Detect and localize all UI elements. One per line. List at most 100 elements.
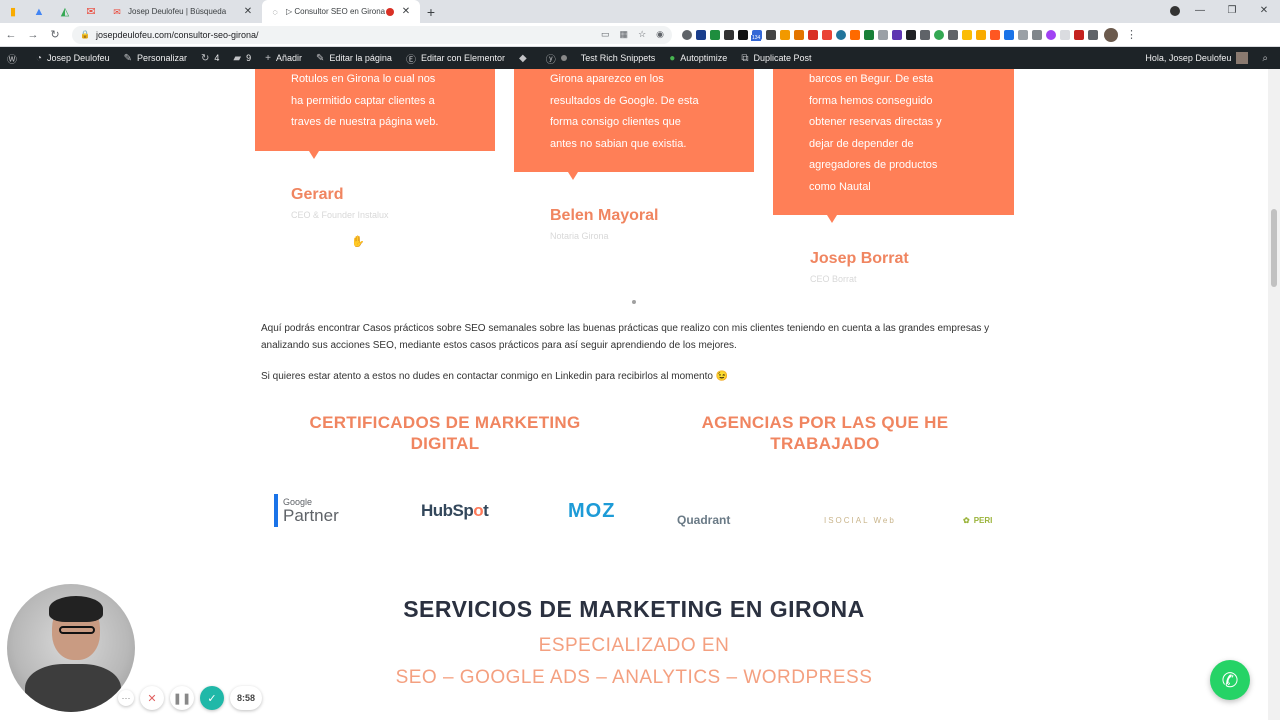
wordpress-icon[interactable] — [836, 29, 846, 40]
customize-label: Personalizar — [136, 53, 188, 63]
services-list: SEO – GOOGLE ADS – ANALYTICS – WORDPRESS — [395, 667, 873, 688]
close-tab-icon[interactable]: ✕ — [400, 6, 412, 17]
wordpress-icon: Ⓦ — [7, 54, 17, 66]
extension-icon[interactable] — [1074, 29, 1084, 40]
extension-icon[interactable] — [906, 29, 916, 40]
extension-icon[interactable] — [948, 29, 958, 40]
site-name-link[interactable]: ◔ Josep Deulofeu — [29, 47, 117, 69]
gmail-icon: ✉ — [86, 6, 96, 18]
qr-code-icon[interactable]: ▦ — [620, 29, 629, 40]
media-control-icon[interactable] — [1170, 6, 1180, 16]
extension-icon[interactable] — [934, 29, 944, 40]
edit-page-link[interactable]: ✎ Editar la página — [309, 47, 399, 69]
extension-icon[interactable] — [682, 29, 692, 40]
menu-icon[interactable]: ⋮ — [1126, 28, 1137, 41]
webcam-overlay — [7, 584, 135, 712]
pinned-tab-google-ads[interactable]: ▲ — [26, 0, 52, 23]
minimize-icon[interactable]: — — [1184, 0, 1216, 23]
updates-link[interactable]: ↻ 4 — [194, 47, 226, 69]
hubspot-o: o — [473, 501, 484, 520]
updates-icon: ↻ — [201, 52, 210, 64]
hubspot-logo: HubSp o t — [421, 501, 489, 521]
pinned-tab-drive[interactable]: ◭ — [52, 0, 78, 23]
duplicate-post-link[interactable]: ⧉ Duplicate Post — [734, 47, 818, 69]
my-account-link[interactable]: Hola, Josep Deulofeu — [1138, 47, 1255, 69]
more-options-icon[interactable]: ⋯ — [118, 690, 134, 706]
recorder-controls: ⋯ ✕ ❚❚ ✓ 8:58 — [118, 686, 262, 710]
testimonial-role: Notaria Girona — [550, 231, 609, 241]
recording-timer: 8:58 — [230, 686, 262, 710]
elementor-icon: Ⓔ — [405, 54, 416, 66]
extension-icon[interactable] — [724, 29, 734, 40]
dashboard-icon: ◔ — [36, 52, 43, 64]
testimonial-card: Girona aparezco en los resultados de Goo… — [514, 69, 754, 180]
yoast-link[interactable]: ⓨ — [539, 47, 574, 69]
extension-icon[interactable] — [990, 29, 1000, 40]
autoptimize-link[interactable]: ● Autoptimize — [662, 47, 734, 69]
edit-elementor-link[interactable]: Ⓔ Editar con Elementor — [399, 47, 512, 69]
extension-icon[interactable] — [696, 29, 706, 40]
extension-circle-icon[interactable]: ◉ — [656, 29, 664, 40]
testimonial-line: ha permitido captar clientes a — [291, 94, 435, 107]
extension-icon[interactable] — [766, 29, 776, 40]
address-bar[interactable]: 🔒 josepdeulofeu.com/consultor-seo-girona… — [72, 25, 672, 44]
close-window-icon[interactable]: ✕ — [1248, 0, 1280, 23]
extension-icon[interactable] — [738, 29, 748, 40]
extension-icon[interactable] — [808, 29, 818, 40]
bookmark-star-icon[interactable]: ☆ — [638, 29, 646, 40]
puzzle-icon[interactable] — [1088, 29, 1098, 40]
add-new-link[interactable]: + Añadir — [258, 47, 309, 69]
extension-icon[interactable] — [780, 29, 790, 40]
extension-icon[interactable] — [962, 29, 972, 40]
extension-icon[interactable] — [794, 29, 804, 40]
new-tab-button[interactable]: + — [420, 0, 442, 23]
admin-search-button[interactable]: ⌕ — [1255, 47, 1280, 69]
scrollbar-thumb[interactable] — [1271, 209, 1277, 287]
pause-recording-button[interactable]: ❚❚ — [170, 686, 194, 710]
yoast-icon: ⓨ — [545, 54, 556, 66]
extension-icon[interactable] — [1018, 29, 1028, 40]
moz-logo: MOZ — [568, 500, 616, 522]
certs-heading: CERTIFICADOS DE MARKETING DIGITAL — [309, 413, 581, 453]
pinned-tab-gmail[interactable]: ✉ — [78, 0, 104, 23]
finish-recording-button[interactable]: ✓ — [200, 686, 224, 710]
test-rich-snippets-link[interactable]: Test Rich Snippets — [574, 47, 663, 69]
diamond-plugin-link[interactable]: ◆ — [512, 47, 539, 69]
extension-icon[interactable] — [1046, 29, 1056, 40]
extension-icon[interactable] — [878, 29, 888, 40]
restore-icon[interactable]: ❐ — [1216, 0, 1248, 23]
extension-icon[interactable] — [850, 29, 860, 40]
whatsapp-chat-button[interactable]: ✆ — [1210, 660, 1250, 700]
comments-link[interactable]: ▰ 9 — [226, 47, 258, 69]
extension-icon[interactable] — [1004, 29, 1014, 40]
customize-link[interactable]: ✎ Personalizar — [117, 47, 194, 69]
extension-icon[interactable] — [1060, 29, 1070, 40]
webcam-body — [25, 664, 121, 712]
extension-icon[interactable] — [976, 29, 986, 40]
reload-icon[interactable]: ↻ — [44, 28, 66, 41]
back-icon[interactable]: ← — [0, 29, 22, 41]
extension-icon[interactable] — [920, 29, 930, 40]
extension-icon[interactable] — [822, 29, 832, 40]
google-partner-bar — [274, 494, 278, 527]
tab-busqueda[interactable]: ✉ Josep Deulofeu | Búsqueda ✕ — [104, 0, 262, 23]
tab-consultor-seo[interactable]: ◌ ▷ Consultor SEO en Girona | ✕ — [262, 0, 420, 23]
status-dot-icon: ● — [669, 52, 676, 64]
carousel-dot[interactable] — [632, 300, 636, 304]
pinned-tab-analytics[interactable]: ▮ — [0, 0, 26, 23]
extension-icon[interactable] — [892, 29, 902, 40]
wordpress-logo-button[interactable]: Ⓦ — [0, 47, 29, 69]
testimonial-role: CEO Borrat — [810, 274, 857, 284]
extension-icon[interactable] — [864, 29, 874, 40]
extension-icon[interactable]: 134 — [751, 29, 762, 41]
extension-icon[interactable] — [710, 29, 720, 40]
intro-paragraph: Aquí podrás encontrar Casos prácticos so… — [261, 323, 990, 351]
forward-icon[interactable]: → — [22, 29, 44, 41]
lock-icon[interactable]: 🔒 — [80, 30, 90, 39]
cast-icon[interactable]: ▭ — [601, 29, 610, 40]
profile-avatar[interactable] — [1104, 27, 1118, 42]
extension-icon[interactable] — [1032, 29, 1042, 40]
discard-recording-button[interactable]: ✕ — [140, 686, 164, 710]
page-scrollbar[interactable] — [1268, 69, 1280, 720]
close-tab-icon[interactable]: ✕ — [242, 6, 254, 17]
